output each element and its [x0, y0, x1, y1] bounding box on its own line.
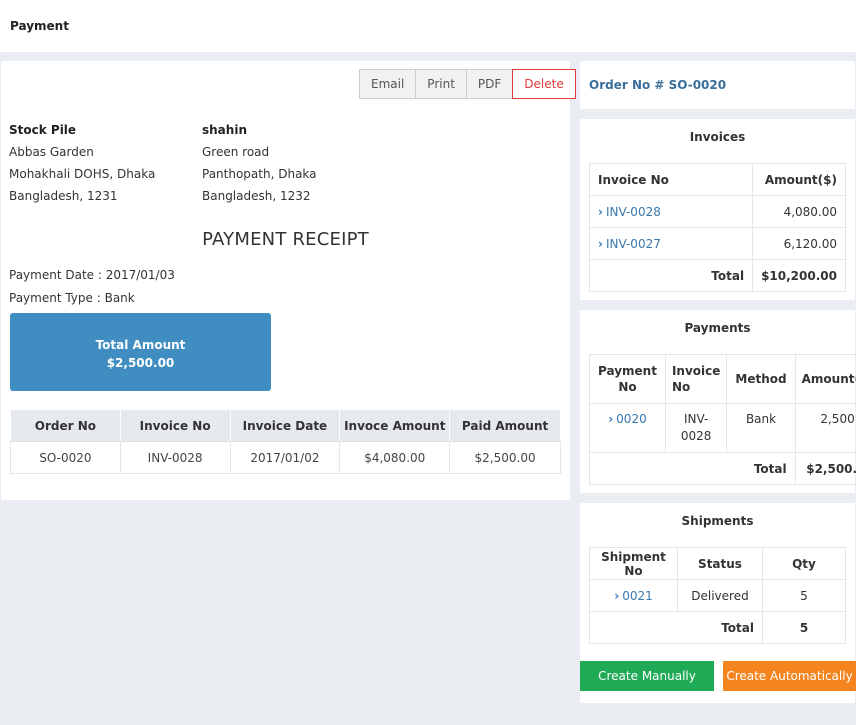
order-table: Order No Invoice No Invoice Date Invoce … [10, 409, 561, 474]
receipt-title: PAYMENT RECEIPT [202, 229, 369, 250]
column-header: Status [677, 547, 763, 580]
payment-amount: 2,500.00 [794, 403, 856, 453]
total-label: Total [588, 259, 754, 292]
total-amount-box: Total Amount $2,500.00 [10, 313, 271, 391]
payment-invoice: INV-0028 [664, 403, 728, 453]
column-header: Payment No [589, 354, 666, 404]
table-row: SO-0020 INV-0028 2017/01/02 $4,080.00 $2… [10, 441, 561, 474]
chevron-right-icon: › [608, 412, 614, 426]
chevron-right-icon: › [614, 588, 620, 603]
invoice-number[interactable]: INV-0027 [606, 237, 661, 251]
payment-number[interactable]: 0020 [616, 412, 647, 426]
payments-title: Payments [684, 321, 751, 335]
chevron-right-icon: › [598, 236, 603, 251]
to-address: shahin Green road Panthopath, Dhaka Bang… [202, 119, 317, 207]
from-line: Bangladesh, 1231 [9, 189, 118, 203]
table-row: ›0020 INV-0028 Bank 2,500.00 [589, 403, 856, 453]
to-name: shahin [202, 123, 247, 137]
invoice-link[interactable]: › INV-0028 [588, 195, 754, 228]
column-header: Invoce Amount [339, 409, 451, 442]
total-value: 5 [762, 611, 846, 644]
total-value: $2,500.00 [794, 452, 856, 485]
page-header: Payment [0, 0, 856, 52]
table-total-row: Total $10,200.00 [588, 259, 846, 292]
invoice-date-cell: 2017/01/02 [229, 441, 341, 474]
payment-date: Payment Date : 2017/01/03 [9, 268, 175, 282]
email-button[interactable]: Email [359, 69, 417, 99]
from-line: Mohakhali DOHS, Dhaka [9, 167, 156, 181]
column-header: Shipment No [589, 547, 678, 580]
shipment-link[interactable]: › 0021 [589, 579, 678, 612]
to-line: Green road [202, 145, 270, 159]
column-header: Amount($) [752, 163, 846, 196]
invoices-card: Invoices Invoice No Amount($) › INV-0028 … [580, 119, 855, 300]
create-automatically-button[interactable]: Create Automatically [723, 661, 856, 691]
invoice-amount-cell: $4,080.00 [339, 441, 451, 474]
payment-type: Payment Type : Bank [9, 291, 135, 305]
invoices-title: Invoices [689, 130, 746, 144]
total-label: Total [589, 611, 763, 644]
order-no-card: Order No # SO-0020 [580, 61, 855, 109]
table-header-row: Invoice No Amount($) [588, 163, 846, 196]
payment-link[interactable]: › 0020 [589, 403, 666, 453]
page-title: Payment [10, 19, 69, 33]
column-header: Invoice No [119, 409, 231, 442]
table-total-row: Total 5 [589, 611, 846, 644]
invoice-amount: 6,120.00 [752, 227, 846, 260]
table-header-row: Payment No Invoice No Method Amount($) [589, 354, 856, 404]
delete-button[interactable]: Delete [512, 69, 576, 99]
column-header: Method [726, 354, 796, 404]
shipment-qty: 5 [762, 579, 846, 612]
column-header: Invoice No [664, 354, 728, 404]
payments-table: Payment No Invoice No Method Amount($) ›… [589, 354, 856, 485]
table-row: › 0021 Delivered 5 [589, 579, 846, 612]
shipment-number[interactable]: 0021 [622, 589, 653, 603]
payment-meta: Payment Date : 2017/01/03 Payment Type :… [9, 264, 175, 310]
invoices-table: Invoice No Amount($) › INV-0028 4,080.00 … [588, 163, 846, 292]
column-header: Order No [10, 409, 121, 442]
receipt-card: Email Print PDF Delete Stock Pile Abbas … [1, 61, 576, 500]
total-amount-label: Total Amount [95, 338, 186, 352]
column-header: Invoice Date [229, 409, 341, 442]
total-amount-value: $2,500.00 [106, 356, 175, 370]
table-total-row: Total $2,500.00 [589, 452, 856, 485]
invoice-number[interactable]: INV-0028 [606, 205, 661, 219]
table-row: › INV-0028 4,080.00 [588, 195, 846, 228]
to-line: Panthopath, Dhaka [202, 167, 317, 181]
shipment-status: Delivered [677, 579, 763, 612]
invoice-link[interactable]: › INV-0027 [588, 227, 754, 260]
from-address: Stock Pile Abbas Garden Mohakhali DOHS, … [9, 119, 155, 207]
invoice-no-cell: INV-0028 [119, 441, 231, 474]
from-name: Stock Pile [9, 123, 77, 137]
table-header-row: Order No Invoice No Invoice Date Invoce … [10, 409, 561, 442]
order-no-cell: SO-0020 [10, 441, 121, 474]
order-no: Order No # SO-0020 [589, 78, 727, 92]
table-header-row: Shipment No Status Qty [589, 547, 846, 580]
action-toolbar: Email Print PDF Delete [359, 69, 576, 99]
to-line: Bangladesh, 1232 [202, 189, 311, 203]
payments-card: Payments Payment No Invoice No Method Am… [580, 310, 856, 493]
total-value: $10,200.00 [752, 259, 846, 292]
print-button[interactable]: Print [415, 69, 467, 99]
column-header: Amount($) [794, 354, 856, 404]
shipments-table: Shipment No Status Qty › 0021 Delivered 5… [589, 547, 846, 644]
create-manually-button[interactable]: Create Manually [580, 661, 714, 691]
column-header: Paid Amount [449, 409, 561, 442]
column-header: Invoice No [588, 163, 754, 196]
chevron-right-icon: › [598, 204, 603, 219]
shipments-title: Shipments [681, 514, 754, 528]
invoice-amount: 4,080.00 [752, 195, 846, 228]
table-row: › INV-0027 6,120.00 [588, 227, 846, 260]
column-header: Qty [762, 547, 846, 580]
total-label: Total [589, 452, 796, 485]
paid-amount-cell: $2,500.00 [449, 441, 561, 474]
from-line: Abbas Garden [9, 145, 94, 159]
payment-method: Bank [726, 403, 796, 453]
pdf-button[interactable]: PDF [465, 69, 514, 99]
